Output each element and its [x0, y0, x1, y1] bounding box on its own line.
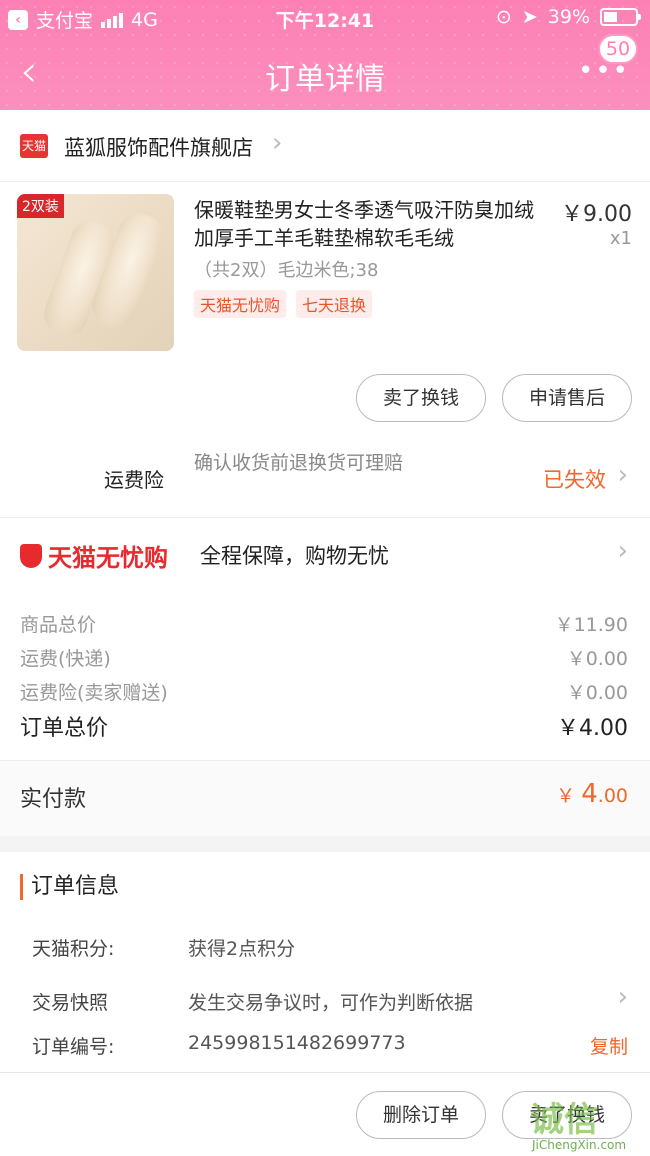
- insurance-fee-value: ￥0.00: [566, 682, 628, 704]
- product-card: 2双装 保暖鞋垫男女士冬季透气吸汗防臭加绒加厚手工羊毛鞋垫棉软毛毛绒 （共2双）…: [0, 182, 650, 438]
- subtotal-value: ￥11.90: [554, 614, 628, 636]
- paid-label: 实付款: [20, 787, 87, 812]
- status-bar: ‹ 支付宝 4G 下午12:41 ⊙ ➤ 39%: [0, 0, 650, 38]
- worry-free-logo-text: 天猫无忧购: [48, 544, 168, 572]
- watermark-big: 诚信: [530, 1100, 598, 1140]
- watermark-logo: 诚信 JiChengXin.com: [526, 1092, 644, 1152]
- order-number-label: 订单编号:: [32, 1036, 115, 1058]
- paid-dec: .00: [597, 785, 628, 807]
- lock-rotation-icon: ⊙: [495, 6, 512, 28]
- page-title: 订单详情: [265, 62, 385, 97]
- delete-order-button[interactable]: 删除订单: [356, 1091, 486, 1139]
- product-spec: （共2双）毛边米色;38: [194, 260, 379, 281]
- tag-worry-free: 天猫无忧购: [194, 290, 287, 318]
- order-number-value: 2459981514826997​73: [188, 1032, 406, 1054]
- order-total-value: ￥4.00: [557, 716, 628, 741]
- order-info: 订单信息 天猫积分: 获得2点积分 交易快照 发生交易争议时，可作为判断依据 ›…: [0, 852, 650, 1072]
- subtotal-label: 商品总价: [20, 614, 97, 636]
- battery-percent: 39%: [547, 6, 590, 28]
- battery-icon: [600, 8, 641, 26]
- chevron-right-icon[interactable]: ›: [618, 982, 628, 1012]
- shop-row[interactable]: 天猫 蓝狐服饰配件旗舰店 ›: [0, 110, 650, 182]
- shipping-insurance-label: 运费险: [104, 468, 164, 492]
- paid-value: ￥ 4.00: [556, 779, 628, 809]
- status-right: ⊙ ➤ 39%: [495, 6, 641, 28]
- shipping-fee-value: ￥0.00: [566, 648, 628, 670]
- paid-int: 4: [581, 779, 598, 809]
- order-total-label: 订单总价: [20, 716, 109, 741]
- paid-row: 实付款 ￥ 4.00: [0, 760, 650, 836]
- watermark-small: JiChengXin.com: [532, 1138, 627, 1152]
- shield-icon: [20, 543, 42, 568]
- copy-button[interactable]: 复制: [590, 1032, 628, 1059]
- points-label: 天猫积分:: [32, 938, 115, 960]
- pack-tag: 2双装: [17, 194, 64, 218]
- insurance-fee-label: 运费险(卖家赠送): [20, 682, 168, 704]
- sell-button[interactable]: 卖了换钱: [356, 374, 486, 422]
- subtotal-row: 商品总价 ￥11.90: [20, 610, 628, 637]
- location-icon: ➤: [521, 6, 538, 28]
- shipping-fee-row: 运费(快递) ￥0.00: [20, 644, 628, 671]
- chevron-right-icon: ›: [272, 128, 283, 158]
- message-count-badge: 50: [598, 34, 638, 64]
- order-info-heading: 订单信息: [20, 874, 119, 900]
- points-value: 获得2点积分: [188, 938, 296, 960]
- chevron-right-icon: ›: [617, 460, 628, 490]
- product-image[interactable]: 2双装: [17, 194, 174, 351]
- nav-bar: ‹ 订单详情 ••• 50: [0, 34, 650, 110]
- snapshot-value: 发生交易争议时，可作为判断依据: [188, 992, 474, 1014]
- worry-free-row[interactable]: 天猫无忧购 全程保障，购物无忧 ›: [0, 518, 650, 588]
- bottom-action-bar: 删除订单 卖了换钱 诚信 JiChengXin.com: [0, 1072, 650, 1156]
- insurance-fee-row: 运费险(卖家赠送) ￥0.00: [20, 678, 628, 705]
- shipping-insurance-status: 已失效: [543, 468, 606, 492]
- order-total-row: 订单总价 ￥4.00: [20, 710, 628, 742]
- shipping-fee-label: 运费(快递): [20, 648, 111, 670]
- chevron-right-icon: ›: [617, 536, 628, 566]
- after-sale-button[interactable]: 申请售后: [502, 374, 632, 422]
- header: ‹ 支付宝 4G 下午12:41 ⊙ ➤ 39% ‹ 订单详情 ••• 50: [0, 0, 650, 110]
- shipping-insurance-desc: 确认收货前退换货可理赔: [194, 452, 404, 474]
- worry-free-text: 全程保障，购物无忧: [200, 544, 389, 568]
- product-tags: 天猫无忧购 七天退换: [194, 290, 373, 318]
- shop-name: 蓝狐服饰配件旗舰店: [64, 136, 253, 160]
- tmall-logo-icon: 天猫: [20, 134, 48, 158]
- price-summary: 商品总价 ￥11.90 运费(快递) ￥0.00 运费险(卖家赠送) ￥0.00…: [0, 588, 650, 760]
- shipping-insurance-row[interactable]: 运费险 确认收货前退换货可理赔 已失效 ›: [0, 438, 650, 518]
- product-title[interactable]: 保暖鞋垫男女士冬季透气吸汗防臭加绒加厚手工羊毛鞋垫棉软毛毛绒: [194, 196, 544, 252]
- paid-currency: ￥: [556, 785, 576, 807]
- snapshot-label: 交易快照: [32, 992, 109, 1014]
- product-price: ￥9.00: [561, 202, 632, 227]
- product-qty: x1: [609, 228, 632, 249]
- worry-free-logo: 天猫无忧购: [20, 538, 168, 573]
- tag-seven-day-return: 七天退换: [296, 290, 373, 318]
